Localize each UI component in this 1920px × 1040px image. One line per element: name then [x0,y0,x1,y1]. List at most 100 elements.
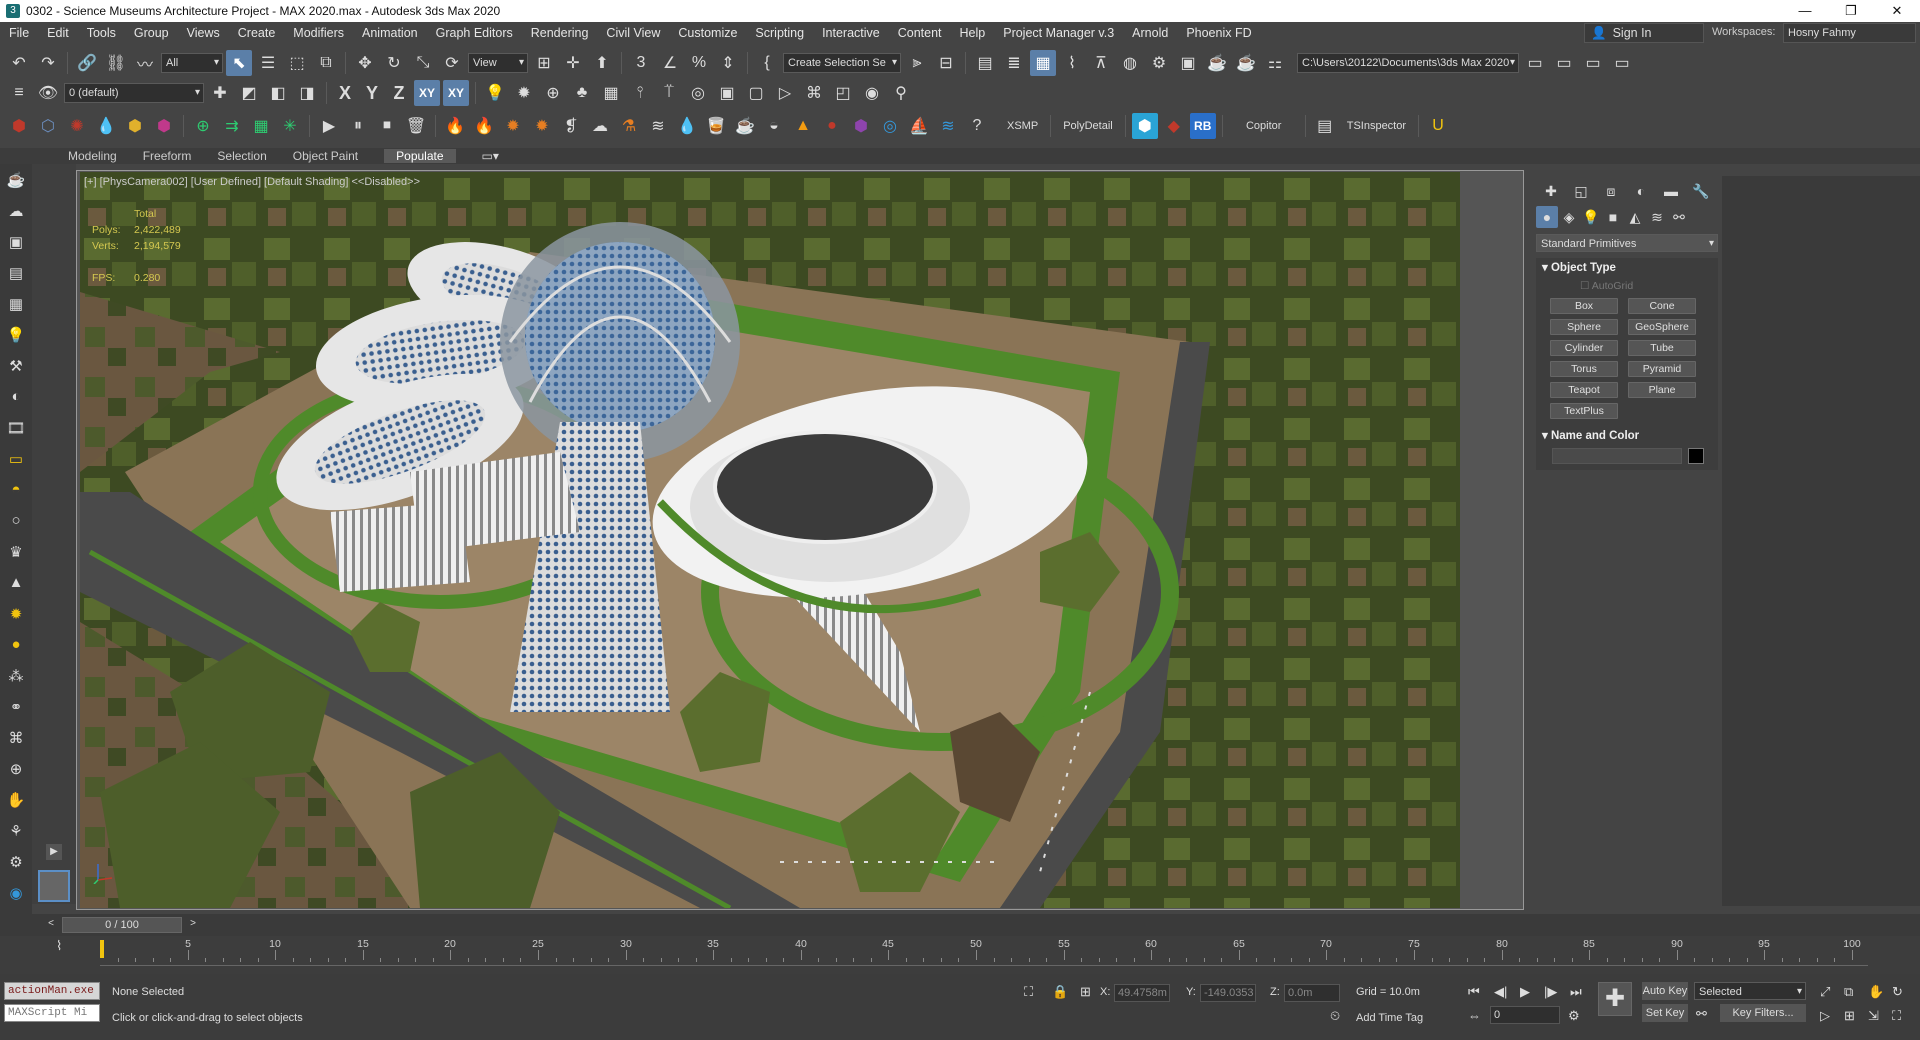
cone-icon[interactable]: ▲ [0,567,32,598]
sphere-icon[interactable]: ○ [0,505,32,536]
project-folder-icon[interactable]: ▭ [1522,50,1548,76]
network-left-icon[interactable]: ⌘ [0,722,32,753]
space-warps-icon[interactable]: ≋ [1646,206,1668,228]
sun-small-icon[interactable]: ✹ [0,598,32,629]
smoke-icon[interactable]: ☁ [587,113,613,139]
project-set-icon[interactable]: ▭ [1580,50,1606,76]
dome-icon[interactable]: ◓ [0,474,32,505]
tsinspector-button[interactable]: TSInspector [1341,120,1412,132]
scroll-icon[interactable]: ❡ [558,113,584,139]
disc-icon[interactable]: ● [0,629,32,660]
workspace-dropdown[interactable]: Hosny Fahmy [1783,23,1916,43]
undo-icon[interactable]: ↶ [6,50,32,76]
bowl-icon[interactable]: ◒ [761,113,787,139]
bind-space-warp-icon[interactable]: 〰 [132,50,158,76]
helpers-icon[interactable]: ◭ [1624,206,1646,228]
foliage-icon[interactable]: ♣ [569,80,595,106]
ocean-icon[interactable]: ≋ [935,113,961,139]
teapot-icon[interactable]: ☕ [0,164,32,195]
teapot-button[interactable]: Teapot [1550,382,1618,398]
time-slider[interactable]: 0 / 100 [62,917,182,933]
lights-icon[interactable]: 💡 [1580,206,1602,228]
menu-graph-editors[interactable]: Graph Editors [427,26,522,40]
create-tab-icon[interactable]: ✚ [1536,180,1566,202]
fire-2-icon[interactable]: 🔥 [471,113,497,139]
eye-icon[interactable]: ◉ [859,80,885,106]
axis-y-constraint[interactable]: Y [360,83,384,104]
globe-icon[interactable]: ⊕ [0,753,32,784]
glass-icon[interactable]: 🥃 [703,113,729,139]
green-grid-icon[interactable]: ▦ [248,113,274,139]
key-selection-dropdown[interactable]: Selected [1694,982,1806,1000]
green-arrow-icon[interactable]: ⇉ [219,113,245,139]
menu-modifiers[interactable]: Modifiers [284,26,353,40]
tube-button[interactable]: Tube [1628,340,1696,356]
grid-icon[interactable]: ▦ [598,80,624,106]
field-of-view-icon[interactable]: ⧉ [1844,984,1853,1000]
tab-selection[interactable]: Selection [217,149,292,163]
xsmp-button[interactable]: XSMP [1001,120,1044,132]
pause-icon[interactable]: ⏸ [345,113,371,139]
project-path-dropdown[interactable]: C:\Users\20122\Documents\3ds Max 2020 [1297,53,1519,73]
flame-icon[interactable]: ✹ [500,113,526,139]
time-prev-arrow-icon[interactable]: < [44,918,58,932]
select-layer-icon[interactable]: ◨ [294,80,320,106]
light-bulb-icon[interactable]: 💡 [0,319,32,350]
render-cloud-icon[interactable]: ⚏ [1262,50,1288,76]
place-icon[interactable]: ⟳ [439,50,465,76]
liquid-icon[interactable]: 💧 [674,113,700,139]
geosphere-button[interactable]: GeoSphere [1628,319,1696,335]
z-coordinate-field[interactable]: 0.0m [1284,984,1340,1002]
torus-button[interactable]: Torus [1550,361,1618,377]
table-icon[interactable]: ▦ [0,288,32,319]
gear-left-icon[interactable]: ⚙ [0,846,32,877]
expand-arrow-icon[interactable]: ▶ [46,844,62,860]
selection-filter-dropdown[interactable]: All [161,53,223,73]
shapes-icon[interactable]: ◈ [1558,206,1580,228]
viewport[interactable] [80,172,1460,908]
tab-populate[interactable]: Populate [384,149,456,163]
absolute-mode-icon[interactable]: ⊞ [1080,984,1091,1000]
hand-icon[interactable]: ✋ [0,784,32,815]
volcano-icon[interactable]: ▲ [790,113,816,139]
purple-cube-icon[interactable]: ⬢ [848,113,874,139]
window-icon[interactable]: ◰ [830,80,856,106]
cube-red-icon[interactable]: ⬢ [6,113,32,139]
ribbon-options-icon[interactable]: ▭▾ [482,149,499,163]
tools-icon[interactable]: ⚒ [0,350,32,381]
menu-create[interactable]: Create [229,26,285,40]
add-layer-icon[interactable]: ✚ [207,80,233,106]
menu-views[interactable]: Views [178,26,229,40]
auto-key-button[interactable]: Auto Key [1642,982,1688,1000]
menu-project-manager[interactable]: Project Manager v.3 [994,26,1123,40]
mirror-icon[interactable]: ⫸ [904,50,930,76]
scale-icon[interactable]: ⤡ [410,50,436,76]
menu-animation[interactable]: Animation [353,26,427,40]
modify-tab-icon[interactable]: ◱ [1566,180,1596,202]
yellow-cube-icon[interactable]: ⬢ [122,113,148,139]
bone-icon[interactable]: ⫯ [627,80,653,106]
sphere-button[interactable]: Sphere [1550,319,1618,335]
time-config-icon[interactable]: ⚙ [1568,1008,1580,1024]
prev-frame-icon[interactable]: ◀| [1494,984,1507,1000]
move-icon[interactable]: ✥ [352,50,378,76]
blue-swirl-icon[interactable]: ◎ [877,113,903,139]
category-dropdown[interactable]: Standard Primitives [1536,234,1718,252]
mini-curve-editor-icon[interactable]: ⌇ [56,938,80,958]
axis-xy-constraint[interactable]: XY [414,80,440,106]
sun-icon[interactable]: ✹ [511,80,537,106]
headset-icon[interactable]: ◐ [0,381,32,412]
box-button[interactable]: Box [1550,298,1618,314]
layer-stack-icon[interactable]: ◩ [236,80,262,106]
align-icon[interactable]: ⊟ [933,50,959,76]
maximize-viewport-icon[interactable]: ⛶ [1892,1008,1901,1024]
list-icon[interactable]: ▤ [0,257,32,288]
maxscript-listener-output[interactable]: actionMan.exe [4,982,100,1000]
tsinspector-icon[interactable]: ▤ [1312,113,1338,139]
plugin-diamond-icon[interactable]: ◆ [1161,113,1187,139]
pivot-center-icon[interactable]: ⊞ [531,50,557,76]
percent-snap-icon[interactable]: % [686,50,712,76]
layer-manager-icon[interactable]: ≡ [6,80,32,106]
cloud-icon[interactable]: ☁ [0,195,32,226]
set-keys-big-button[interactable]: ✚ [1598,982,1632,1016]
